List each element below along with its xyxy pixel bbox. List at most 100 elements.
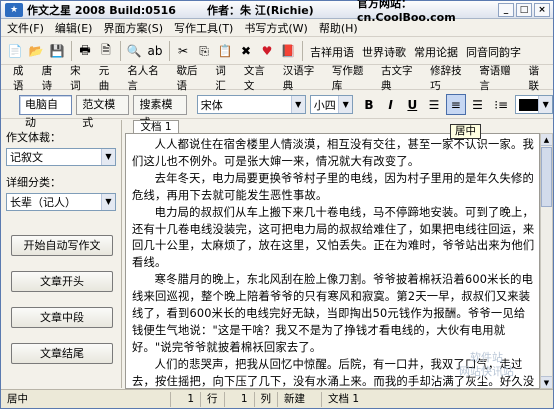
author-label: 作者：朱 江(Richie) (207, 3, 314, 17)
menu-file[interactable]: 文件(F) (7, 20, 44, 36)
genre-label: 作文体裁： (6, 131, 61, 144)
align-center-icon[interactable]: ≡ (445, 94, 466, 115)
document-tabs: 文档 1 (125, 120, 553, 134)
scroll-thumb[interactable] (541, 147, 552, 207)
find-icon[interactable]: 🔍 (124, 41, 144, 61)
scroll-up-icon[interactable]: ▲ (541, 134, 552, 146)
status-column-label: 列 (255, 391, 278, 407)
toolbar-separator (302, 41, 303, 61)
menu-writing-tools[interactable]: 写作工具(T) (174, 20, 233, 36)
start-auto-write-button[interactable]: 开始自动写作文 (11, 235, 113, 256)
maximize-button[interactable]: □ (516, 2, 532, 17)
status-doc-state: 新建 (278, 391, 322, 407)
chevron-down-icon: ▼ (338, 96, 353, 113)
ref-song-ci[interactable]: 宋词 (66, 63, 95, 93)
cut-icon[interactable]: ✂ (173, 41, 193, 61)
ref-tang-poems[interactable]: 唐诗 (38, 63, 67, 93)
close-button[interactable]: × (534, 2, 550, 17)
reference-toolbar: 成语 唐诗 宋词 元曲 名人名言 歇后语 词汇 文言文 汉语字典 写作题库 古文… (1, 63, 553, 93)
mode-sample-button[interactable]: 范文模式 (76, 94, 130, 129)
mode-search-button[interactable]: 搜素模式 (133, 94, 187, 129)
ref-idioms[interactable]: 成语 (9, 63, 38, 93)
book-icon[interactable]: 📕 (278, 41, 298, 61)
main-toolbar: 📄 📂 💾 🖶 🗎 🔍 ab ✂ ⎘ 📋 ✖ ♥ 📕 吉祥用语 世界诗歌 常用论… (1, 38, 553, 65)
genre-value: 记叙文 (10, 151, 43, 164)
menu-bar: 文件(F) 编辑(E) 界面方案(S) 写作工具(T) 书写方式(W) 帮助(H… (1, 20, 553, 37)
chevron-down-icon: ▼ (538, 96, 552, 113)
ref-chinese-dictionary[interactable]: 汉语字典 (279, 63, 328, 93)
ref-xiehouyu[interactable]: 歇后语 (172, 63, 211, 93)
menu-writing-mode[interactable]: 书写方式(W) (244, 20, 307, 36)
tool-world-poems[interactable]: 世界诗歌 (358, 41, 410, 62)
chevron-down-icon: ▼ (101, 149, 115, 165)
tool-homophones[interactable]: 同音同韵字 (462, 41, 525, 62)
font-name-select[interactable]: 宋体 ▼ (196, 95, 306, 114)
mode-auto-button[interactable]: 电脑自动 (19, 94, 73, 129)
bold-button[interactable]: B (359, 94, 379, 115)
paragraph: 去年冬天，电力局要更换爷爷村子里的电线，因为村子里用的是年久失修的危线，再用下去… (132, 171, 534, 202)
genre-select[interactable]: 记叙文 ▼ (6, 148, 116, 166)
font-color-select[interactable]: ▼ (514, 95, 553, 114)
ref-famous-quotes[interactable]: 名人名言 (123, 63, 172, 93)
paragraph: 电力局的叔叔们从车上搬下来几十卷电线，马不停蹄地安装。可到了晚上，还有十几卷电线… (132, 205, 535, 270)
ref-yuan-qu[interactable]: 元曲 (95, 63, 124, 93)
tool-common-arguments[interactable]: 常用论据 (410, 41, 462, 62)
menu-theme[interactable]: 界面方案(S) (103, 20, 163, 36)
subtype-label: 详细分类： (6, 176, 61, 189)
toolbar-separator (120, 41, 121, 61)
status-message: 居中 (1, 391, 171, 407)
print-preview-icon[interactable]: 🗎 (96, 41, 116, 61)
vertical-scrollbar[interactable]: ▲ ▼ (540, 133, 553, 389)
print-icon[interactable]: 🖶 (75, 41, 95, 61)
paragraph: 人人都说住在宿舍楼里人情淡漠，相互没有交往，甚至一家不认识一家。我们这儿也不例外… (132, 138, 534, 168)
app-window: ★ 作文之星 2008 Build:0516 作者：朱 江(Richie) 官方… (0, 0, 554, 409)
chevron-down-icon: ▼ (290, 96, 305, 113)
ref-ancient-dictionary[interactable]: 古文字典 (377, 63, 426, 93)
font-size-value: 小四 (313, 98, 336, 112)
tool-auspicious-phrases[interactable]: 吉祥用语 (306, 41, 358, 62)
font-color-swatch (518, 98, 539, 111)
bullet-list-icon[interactable]: ⁝≡ (491, 94, 511, 115)
save-icon[interactable]: 💾 (47, 41, 67, 61)
open-folder-icon[interactable]: 📂 (26, 41, 46, 61)
italic-button[interactable]: I (381, 94, 401, 115)
status-column-number: 1 (225, 391, 255, 407)
ref-greetings[interactable]: 寄语赠言 (475, 63, 524, 93)
toolbar-separator (169, 41, 170, 61)
delete-icon[interactable]: ✖ (236, 41, 256, 61)
status-line-label: 行 (201, 391, 225, 407)
ref-classical-chinese[interactable]: 文言文 (240, 63, 279, 93)
article-opening-button[interactable]: 文章开头 (11, 271, 113, 292)
status-bar: 居中 1 行 1 列 新建 文档 1 (1, 389, 553, 408)
paragraph: 寒冬腊月的晚上，东北风刮在脸上像刀割。爷爷披着棉袄沿着600米长的电线来回巡视，… (132, 273, 534, 354)
chevron-down-icon: ▼ (101, 194, 115, 210)
paste-icon[interactable]: 📋 (215, 41, 235, 61)
status-line-number: 1 (171, 391, 201, 407)
tab-document-1[interactable]: 文档 1 (133, 120, 179, 134)
menu-edit[interactable]: 编辑(E) (55, 20, 93, 36)
app-icon: ★ (5, 2, 23, 17)
align-left-icon[interactable]: ☰ (424, 94, 444, 115)
subtype-select[interactable]: 长辈（记人） ▼ (6, 193, 116, 211)
title-bar: ★ 作文之星 2008 Build:0516 作者：朱 江(Richie) 官方… (1, 0, 553, 24)
scroll-down-icon[interactable]: ▼ (541, 376, 552, 388)
ref-rhetoric[interactable]: 修辞技巧 (426, 63, 475, 93)
align-right-icon[interactable]: ☰ (468, 94, 488, 115)
ref-vocabulary[interactable]: 词汇 (211, 63, 240, 93)
subtype-value: 长辈（记人） (10, 196, 76, 209)
font-size-select[interactable]: 小四 ▼ (309, 95, 354, 114)
favorite-heart-icon[interactable]: ♥ (257, 41, 277, 61)
ref-writing-topics[interactable]: 写作题库 (328, 63, 377, 93)
minimize-button[interactable]: _ (498, 2, 514, 17)
menu-help[interactable]: 帮助(H) (319, 20, 358, 36)
watermark: 软件站 网站快讯站 (459, 351, 514, 378)
copy-icon[interactable]: ⎘ (194, 41, 214, 61)
window-controls: _ □ × (498, 2, 550, 17)
underline-button[interactable]: U (402, 94, 422, 115)
article-middle-button[interactable]: 文章中段 (11, 307, 113, 328)
left-panel: 作文体裁： 记叙文 ▼ 详细分类： 长辈（记人） ▼ 开始自动写作文 文章开头 … (1, 120, 122, 388)
replace-icon[interactable]: ab (145, 41, 165, 61)
ref-couplets[interactable]: 谐联 (524, 63, 553, 93)
new-document-icon[interactable]: 📄 (5, 41, 25, 61)
article-ending-button[interactable]: 文章结尾 (11, 343, 113, 364)
